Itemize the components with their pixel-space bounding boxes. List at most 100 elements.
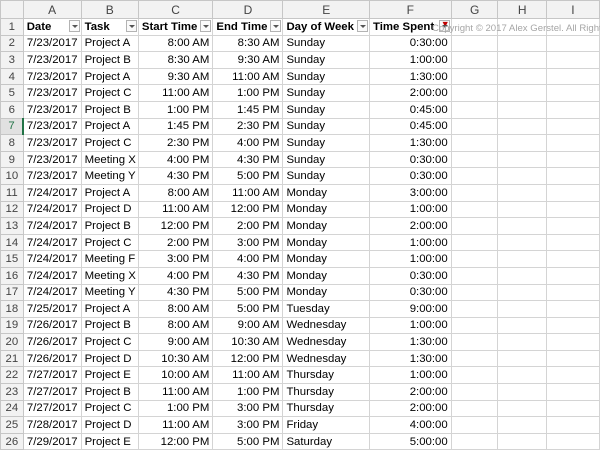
empty-cell[interactable]	[450, 117, 499, 136]
filter-dropdown-icon[interactable]	[68, 20, 80, 32]
data-cell[interactable]: 1:30:00	[368, 349, 452, 368]
row-header[interactable]: 19	[0, 316, 24, 335]
data-cell[interactable]: 11:00 AM	[212, 67, 284, 86]
data-cell[interactable]: 7/29/2017	[22, 432, 82, 450]
data-cell[interactable]: Sunday	[282, 67, 370, 86]
data-cell[interactable]: 4:00 PM	[212, 134, 284, 152]
row-header[interactable]: 3	[0, 51, 24, 69]
empty-cell[interactable]	[450, 349, 499, 368]
empty-cell[interactable]	[545, 383, 600, 401]
select-all-corner[interactable]	[0, 0, 24, 19]
empty-cell[interactable]	[450, 432, 499, 450]
empty-cell[interactable]	[497, 399, 547, 418]
header-cell[interactable]: Date	[22, 18, 82, 36]
data-cell[interactable]: 7/23/2017	[22, 100, 82, 119]
empty-cell[interactable]	[545, 349, 600, 368]
empty-cell[interactable]	[545, 150, 600, 169]
row-header[interactable]: 21	[0, 349, 24, 368]
empty-cell[interactable]	[450, 316, 499, 335]
column-header[interactable]: C	[137, 0, 214, 19]
data-cell[interactable]: Sunday	[282, 134, 370, 152]
row-header[interactable]: 9	[0, 150, 24, 169]
empty-cell[interactable]	[450, 134, 499, 152]
data-cell[interactable]: 7/23/2017	[22, 51, 82, 69]
data-cell[interactable]: Sunday	[282, 34, 370, 53]
data-cell[interactable]: Project D	[80, 416, 139, 434]
empty-cell[interactable]	[545, 432, 600, 450]
data-cell[interactable]: Project C	[80, 233, 139, 252]
empty-cell[interactable]	[545, 134, 600, 152]
empty-cell[interactable]	[545, 34, 600, 53]
data-cell[interactable]: Project E	[80, 432, 139, 450]
empty-cell[interactable]	[497, 300, 547, 318]
empty-cell[interactable]	[497, 134, 547, 152]
data-cell[interactable]: 1:00:00	[368, 200, 452, 219]
empty-cell[interactable]	[497, 416, 547, 434]
data-cell[interactable]: 0:30:00	[368, 283, 452, 302]
empty-cell[interactable]	[450, 416, 499, 434]
column-header[interactable]: F	[368, 0, 452, 19]
data-cell[interactable]: 1:00:00	[368, 316, 452, 335]
data-cell[interactable]: 11:00 AM	[137, 383, 214, 401]
data-cell[interactable]: Sunday	[282, 117, 370, 136]
column-header[interactable]: E	[282, 0, 370, 19]
data-cell[interactable]: 1:00:00	[368, 233, 452, 252]
data-cell[interactable]: 1:00 PM	[212, 383, 284, 401]
header-cell[interactable]: End Time	[212, 18, 284, 36]
data-cell[interactable]: Monday	[282, 233, 370, 252]
data-cell[interactable]: Thursday	[282, 366, 370, 385]
filter-dropdown-icon[interactable]	[200, 20, 212, 32]
data-cell[interactable]: 7/24/2017	[22, 183, 82, 202]
data-cell[interactable]: Project A	[80, 34, 139, 53]
data-cell[interactable]: 0:45:00	[368, 100, 452, 119]
data-cell[interactable]: 7/24/2017	[22, 266, 82, 285]
data-cell[interactable]: Monday	[282, 217, 370, 235]
data-cell[interactable]: 2:00:00	[368, 383, 452, 401]
data-cell[interactable]: 2:30 PM	[212, 117, 284, 136]
row-header[interactable]: 25	[0, 416, 24, 434]
data-cell[interactable]: Meeting X	[80, 150, 139, 169]
data-cell[interactable]: 5:00 PM	[212, 283, 284, 302]
data-cell[interactable]: Project D	[80, 200, 139, 219]
empty-cell[interactable]	[450, 183, 499, 202]
empty-cell[interactable]	[545, 167, 600, 185]
row-header[interactable]: 13	[0, 217, 24, 235]
empty-cell[interactable]	[450, 233, 499, 252]
data-cell[interactable]: 1:00 PM	[137, 100, 214, 119]
data-cell[interactable]: 7/27/2017	[22, 383, 82, 401]
empty-cell[interactable]	[545, 300, 600, 318]
data-cell[interactable]: 9:00 AM	[137, 333, 214, 351]
data-cell[interactable]: Monday	[282, 183, 370, 202]
empty-cell[interactable]	[545, 183, 600, 202]
empty-cell[interactable]	[545, 100, 600, 119]
data-cell[interactable]: 3:00:00	[368, 183, 452, 202]
data-cell[interactable]: Monday	[282, 200, 370, 219]
data-cell[interactable]: 2:30 PM	[137, 134, 214, 152]
row-header[interactable]: 11	[0, 183, 24, 202]
empty-cell[interactable]	[545, 266, 600, 285]
empty-cell[interactable]	[545, 366, 600, 385]
data-cell[interactable]: Project B	[80, 316, 139, 335]
data-cell[interactable]: Project B	[80, 383, 139, 401]
empty-cell[interactable]	[450, 67, 499, 86]
row-header[interactable]: 6	[0, 100, 24, 119]
data-cell[interactable]: 1:30:00	[368, 67, 452, 86]
empty-cell[interactable]	[545, 217, 600, 235]
data-cell[interactable]: 11:00 AM	[212, 183, 284, 202]
empty-cell[interactable]	[450, 34, 499, 53]
empty-cell[interactable]	[450, 217, 499, 235]
data-cell[interactable]: 7/25/2017	[22, 300, 82, 318]
empty-cell[interactable]	[450, 100, 499, 119]
row-header[interactable]: 16	[0, 266, 24, 285]
data-cell[interactable]: Project C	[80, 333, 139, 351]
data-cell[interactable]: 0:30:00	[368, 150, 452, 169]
header-cell[interactable]: Start Time	[137, 18, 214, 36]
empty-cell[interactable]	[497, 51, 547, 69]
data-cell[interactable]: 12:00 PM	[212, 200, 284, 219]
empty-cell[interactable]	[545, 67, 600, 86]
data-cell[interactable]: 7/23/2017	[22, 150, 82, 169]
filter-dropdown-icon[interactable]	[125, 20, 137, 32]
data-cell[interactable]: Project E	[80, 366, 139, 385]
data-cell[interactable]: 1:00:00	[368, 366, 452, 385]
data-cell[interactable]: 11:00 AM	[137, 200, 214, 219]
